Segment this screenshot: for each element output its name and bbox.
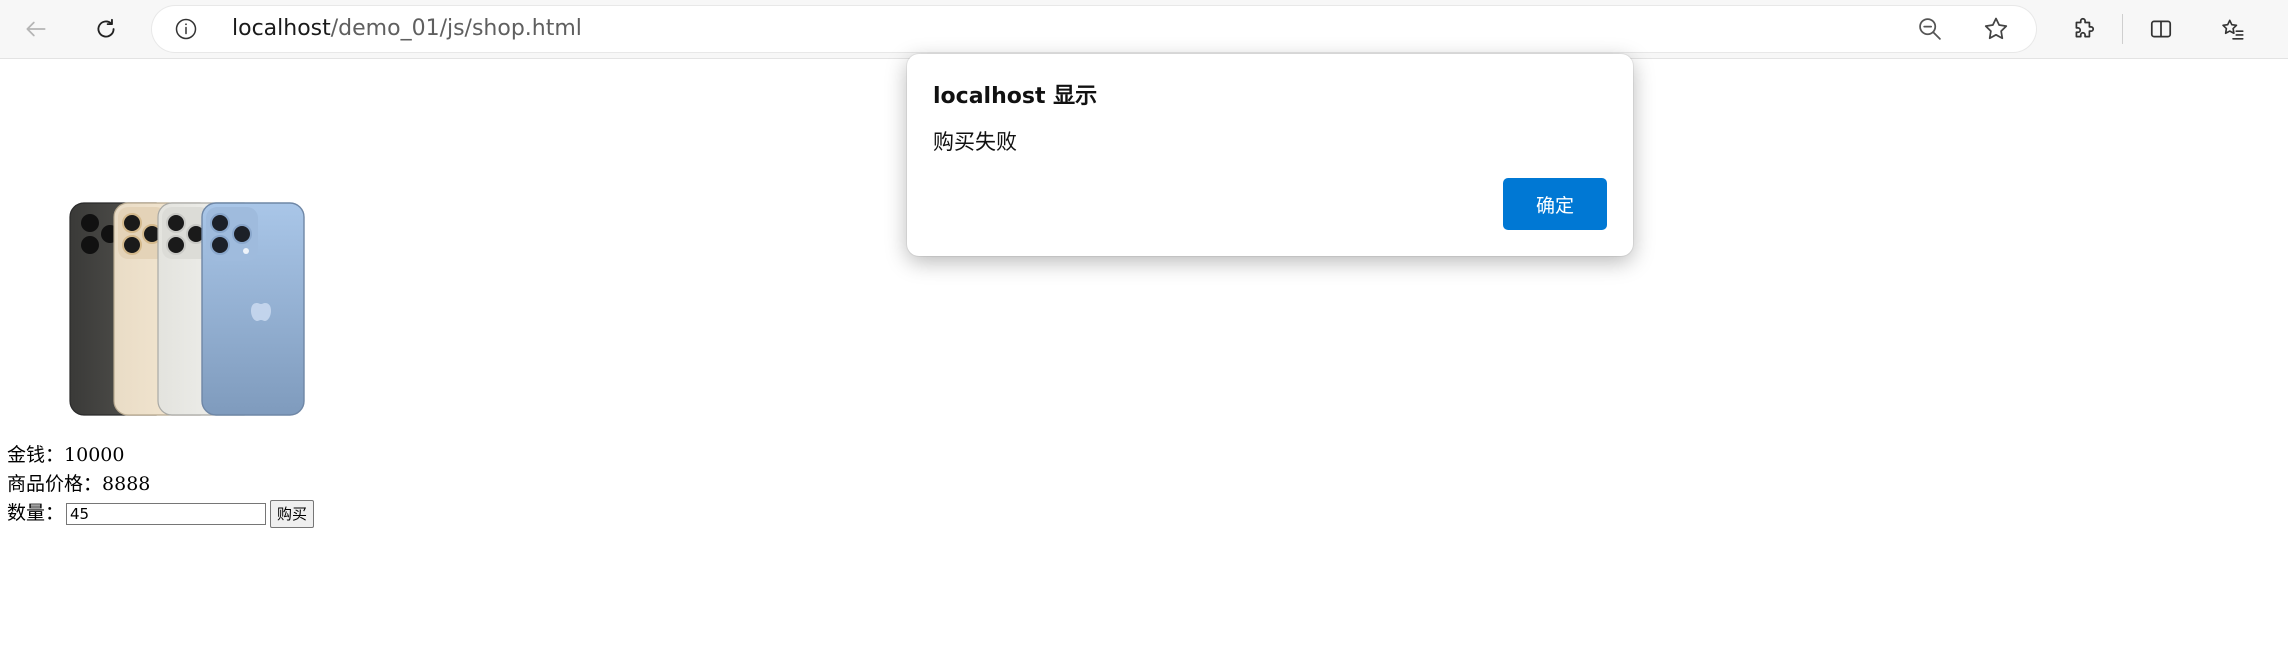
info-icon[interactable] <box>174 17 198 41</box>
split-screen-button[interactable] <box>2141 9 2181 49</box>
alert-dialog: localhost 显示 购买失败 确定 <box>907 54 1633 256</box>
browser-toolbar: localhost/demo_01/js/shop.html <box>0 0 2288 59</box>
split-screen-icon <box>2150 20 2172 38</box>
money-row: 金钱： 10000 <box>7 441 314 470</box>
url-text[interactable]: localhost/demo_01/js/shop.html <box>232 6 582 52</box>
dialog-title: localhost 显示 <box>933 84 1098 109</box>
extensions-puzzle-icon <box>2075 17 2095 38</box>
price-value: 8888 <box>102 473 151 495</box>
zoom-out-icon[interactable] <box>1916 15 1944 43</box>
toolbar-divider <box>2122 14 2123 44</box>
dialog-message: 购买失败 <box>933 130 1017 154</box>
favorites-list-icon <box>2222 19 2244 40</box>
reload-button[interactable] <box>86 9 126 49</box>
reload-icon <box>97 18 115 38</box>
address-bar[interactable]: localhost/demo_01/js/shop.html <box>152 6 2036 52</box>
url-path: /demo_01/js/shop.html <box>330 16 582 41</box>
favorite-star-icon[interactable] <box>1982 15 2010 43</box>
quantity-label: 数量： <box>7 502 65 524</box>
ok-button[interactable]: 确定 <box>1503 178 1607 230</box>
favorites-button[interactable] <box>2213 9 2253 49</box>
back-button[interactable] <box>16 9 56 49</box>
price-row: 商品价格： 8888 <box>7 470 314 499</box>
quantity-row: 数量： 购买 <box>7 499 315 528</box>
quantity-input[interactable] <box>66 502 267 525</box>
back-arrow-icon <box>26 21 46 37</box>
buy-button[interactable]: 购买 <box>270 499 315 528</box>
money-label: 金钱： <box>7 444 65 466</box>
product-image <box>69 202 305 416</box>
shop-info: 金钱：10000 商品价格：8888 数量： 购买 <box>7 441 315 528</box>
money-value: 10000 <box>64 444 125 466</box>
url-host: localhost <box>232 16 331 41</box>
price-label: 商品价格： <box>7 473 103 495</box>
extensions-button[interactable] <box>2064 9 2104 49</box>
